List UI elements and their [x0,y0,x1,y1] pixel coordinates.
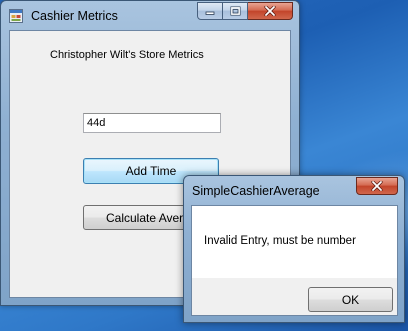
error-message-text: Invalid Entry, must be number [204,235,356,247]
window-title: Cashier Metrics [31,9,118,23]
error-message-box: SimpleCashierAverage Invalid Entry, must… [183,175,405,323]
minimize-icon [205,11,215,15]
message-box-close-button[interactable] [356,177,398,195]
close-icon [264,6,276,16]
close-button[interactable] [248,2,293,20]
ok-button[interactable]: OK [308,287,393,312]
minimize-button[interactable] [197,2,223,20]
calculate-average-button[interactable]: Calculate Average [83,205,195,230]
main-title-bar[interactable]: Cashier Metrics [1,1,299,29]
message-box-title: SimpleCashierAverage [192,184,320,198]
caption-buttons [197,2,293,21]
message-box-client: Invalid Entry, must be number OK [191,205,398,316]
close-icon [371,181,383,191]
message-body: Invalid Entry, must be number [192,206,397,278]
store-metrics-label: Christopher Wilt's Store Metrics [50,49,204,61]
time-input[interactable] [83,113,221,133]
maximize-button[interactable] [223,2,248,20]
form-app-icon [9,9,23,23]
maximize-icon [230,6,240,16]
